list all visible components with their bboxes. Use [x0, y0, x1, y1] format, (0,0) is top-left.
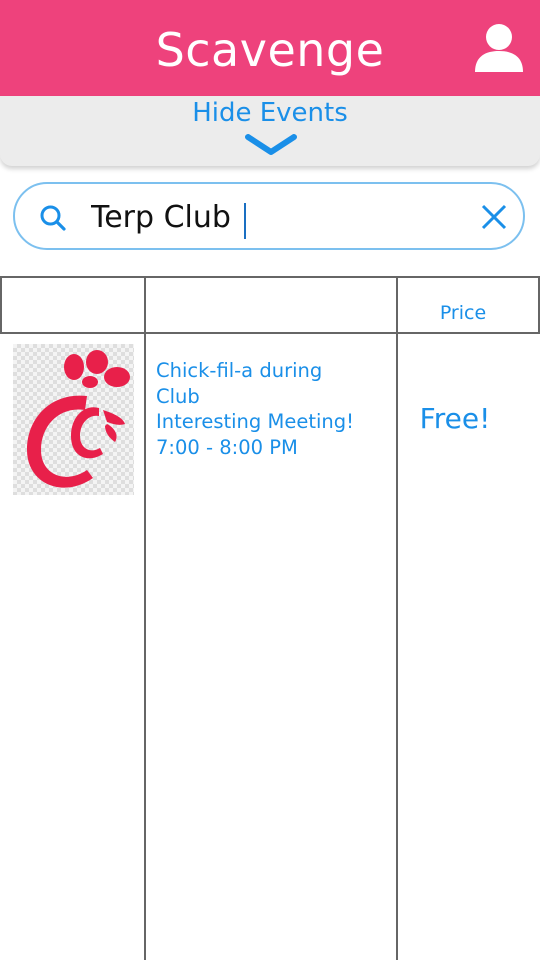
app-header: Scavenge	[0, 0, 540, 96]
event-subtitle: Interesting Meeting!	[156, 410, 354, 433]
app-title: Scavenge	[155, 23, 385, 77]
event-time: 7:00 - 8:00 PM	[156, 435, 298, 459]
hide-events-toggle[interactable]: Hide Events	[0, 96, 540, 166]
event-title-line1: Chick-fil-a during	[156, 359, 323, 382]
hide-events-label: Hide Events	[192, 98, 348, 128]
table-col-divider-2	[396, 276, 398, 960]
events-table: Price Chick-fil-a during Club Interestin…	[0, 276, 540, 960]
table-border-left	[0, 276, 2, 334]
search-bar	[13, 182, 525, 250]
event-price: Free!	[419, 402, 491, 435]
table-header-divider	[0, 332, 540, 334]
table-border-top	[0, 276, 540, 278]
search-icon	[40, 205, 66, 231]
column-header-price: Price	[439, 302, 487, 324]
close-icon[interactable]	[479, 202, 509, 232]
event-details[interactable]: Chick-fil-a during Club Interesting Meet…	[156, 358, 386, 460]
event-image[interactable]	[13, 344, 134, 495]
table-col-divider-1	[144, 276, 146, 960]
person-icon	[475, 24, 523, 72]
chevron-down-icon	[245, 134, 297, 155]
text-cursor	[244, 203, 246, 239]
app-screen: Scavenge Hide Events Terp Club Price Chi…	[0, 0, 540, 960]
search-input[interactable]	[91, 196, 451, 238]
chick-fil-a-logo	[27, 350, 130, 488]
profile-button[interactable]	[470, 22, 528, 76]
event-title-line2: Club	[156, 384, 200, 408]
